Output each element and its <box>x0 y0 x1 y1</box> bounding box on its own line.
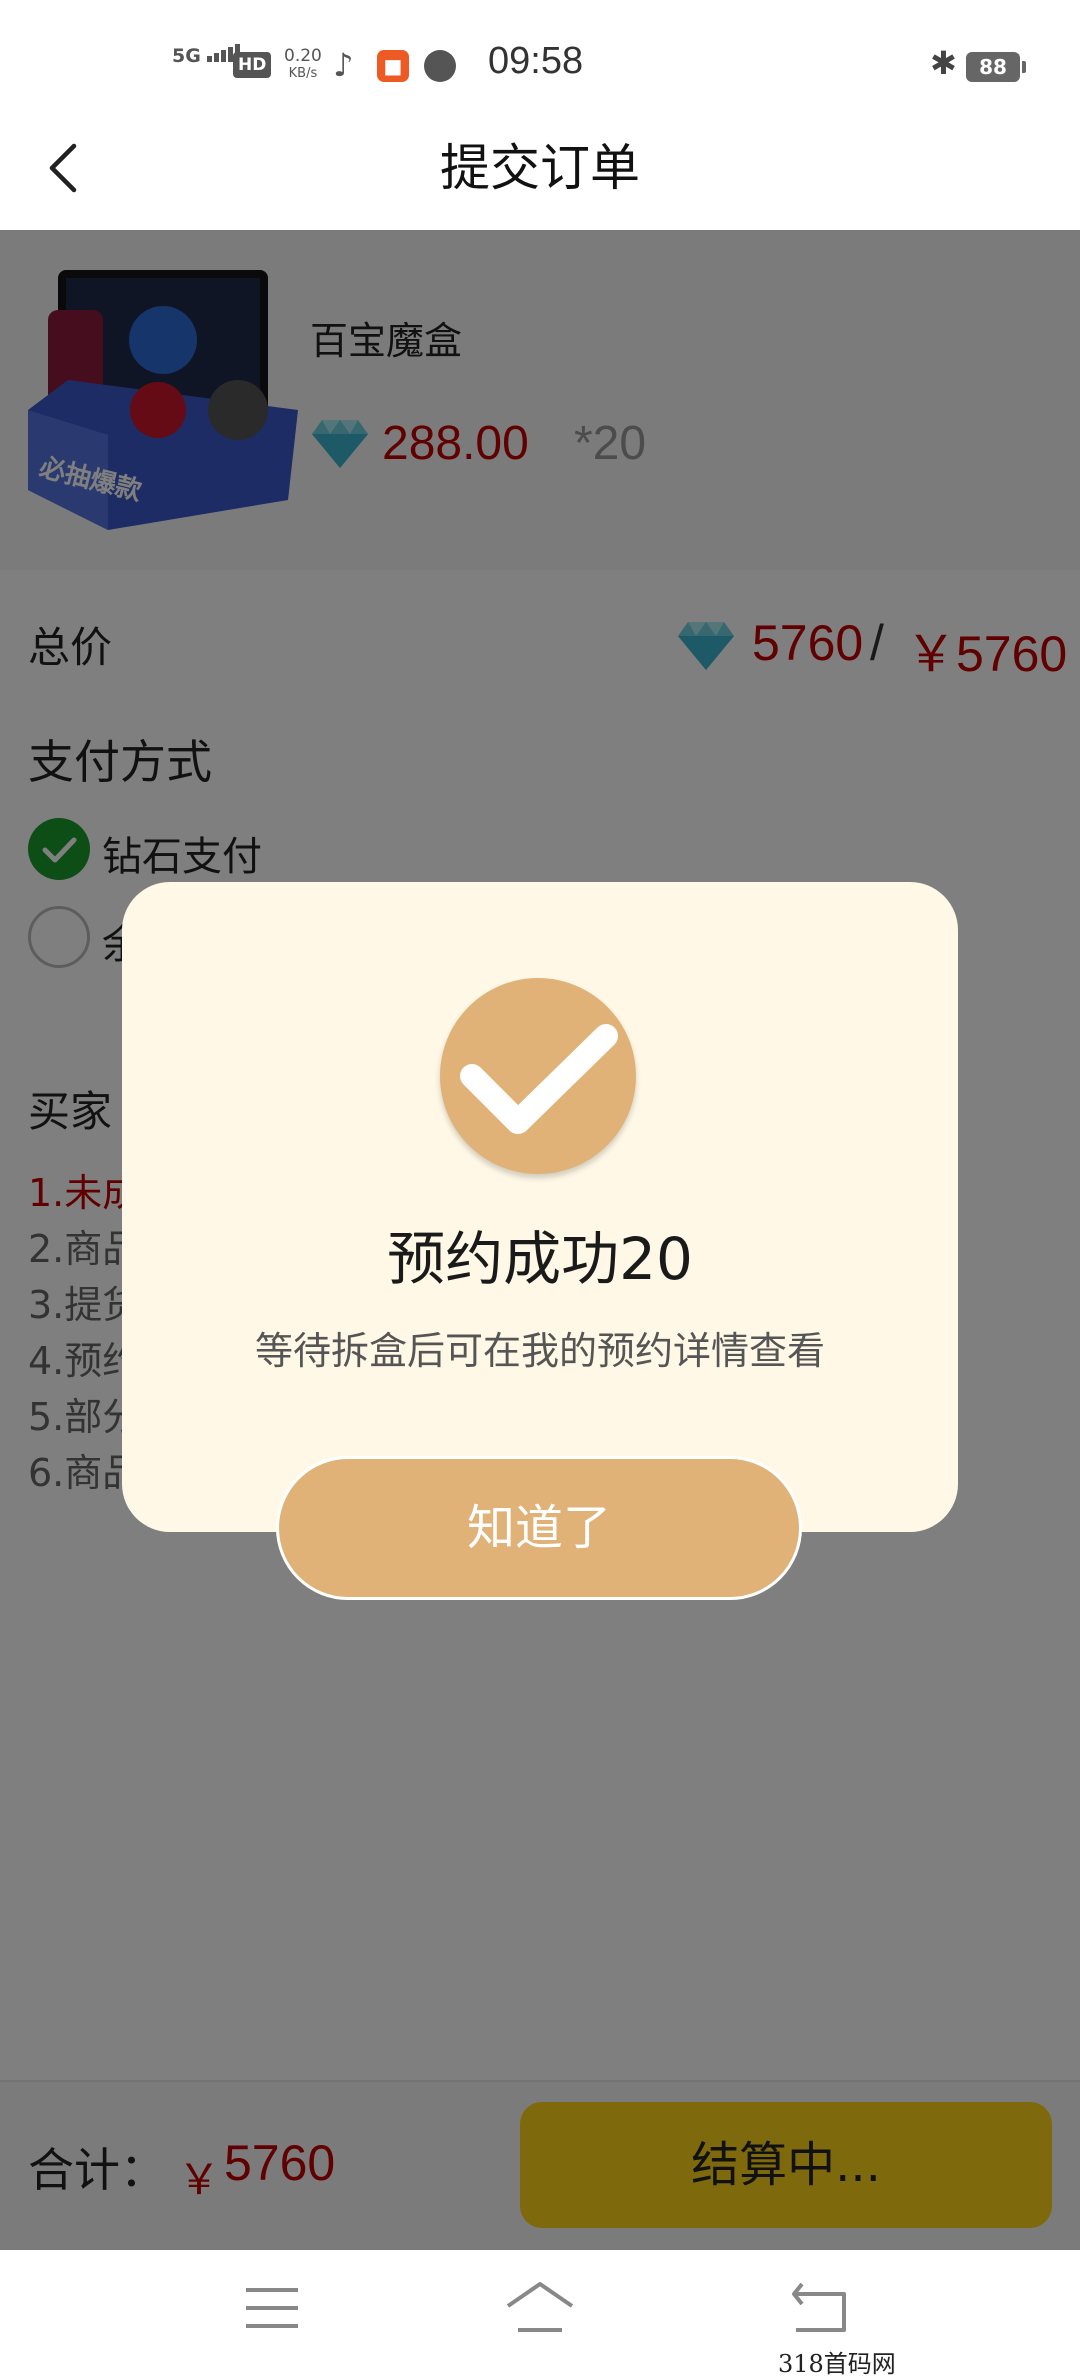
acknowledge-button[interactable]: 知道了 <box>276 1456 802 1600</box>
watermark: 318首码网 www.E318.com <box>778 2350 896 2376</box>
chevron-left-icon[interactable] <box>40 128 90 208</box>
dialog-title: 预约成功20 <box>387 1225 693 1293</box>
network-label: 5G <box>172 45 201 67</box>
menu-icon[interactable] <box>244 2284 300 2338</box>
gauge-icon <box>424 50 456 82</box>
signal-icon: 5G <box>172 44 242 67</box>
back-icon[interactable] <box>790 2280 850 2340</box>
clock: 09:58 <box>488 40 584 82</box>
page-title: 提交订单 <box>440 139 640 197</box>
status-bar: 5G HD 0.20 KB/s ♪ ■ 09:58 ✱ 88 <box>0 0 1080 130</box>
hd-badge: HD <box>233 52 272 78</box>
app-icon: ■ <box>377 50 409 82</box>
dialog-subtitle: 等待拆盒后可在我的预约详情查看 <box>254 1329 825 1373</box>
speed-unit: KB/s <box>288 66 318 81</box>
bluetooth-icon: ✱ <box>930 44 957 82</box>
battery-icon: 88 <box>966 52 1026 82</box>
network-speed: 0.20 KB/s <box>284 48 322 82</box>
check-circle-icon <box>440 978 636 1174</box>
home-icon[interactable] <box>504 2280 576 2340</box>
speed-value: 0.20 <box>284 46 322 66</box>
tiktok-icon: ♪ <box>333 46 354 84</box>
